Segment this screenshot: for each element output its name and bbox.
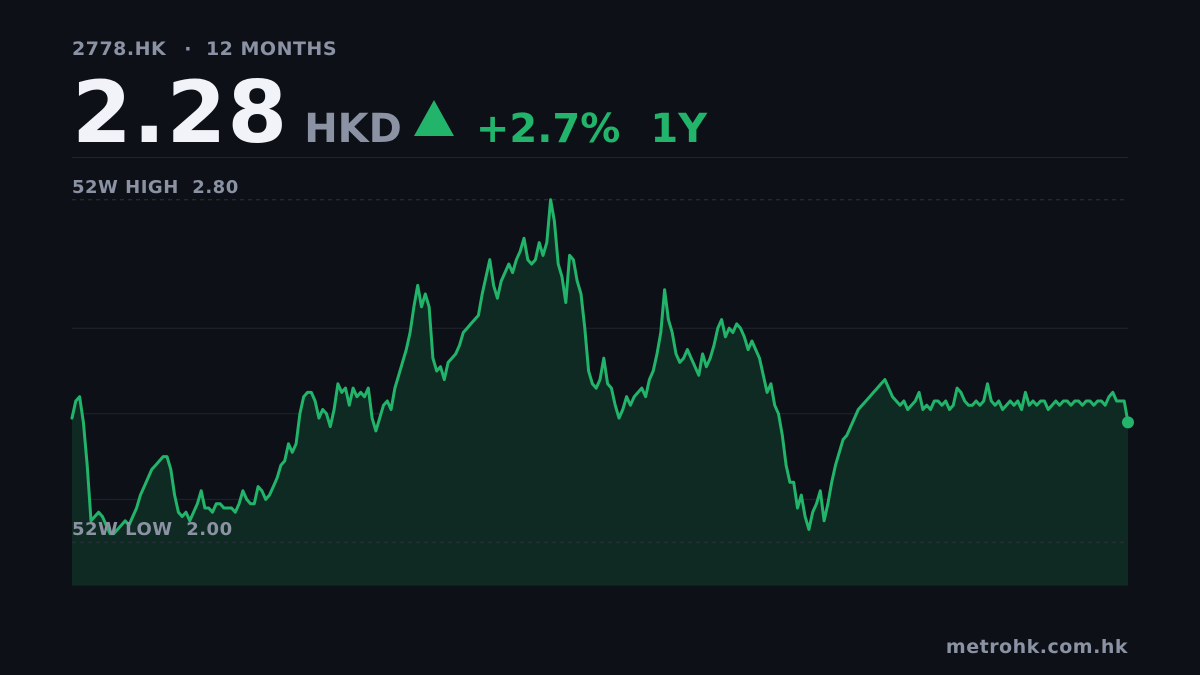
last-price-dot [1122, 416, 1134, 429]
price-chart: 52W HIGH 2.80 52W LOW 2.00 [70, 177, 1134, 586]
high-reference-label: 52W HIGH 2.80 [72, 177, 239, 198]
low-reference-label: 52W LOW 2.00 [72, 519, 233, 540]
source-label: metrohk.com.hk [945, 636, 1128, 658]
